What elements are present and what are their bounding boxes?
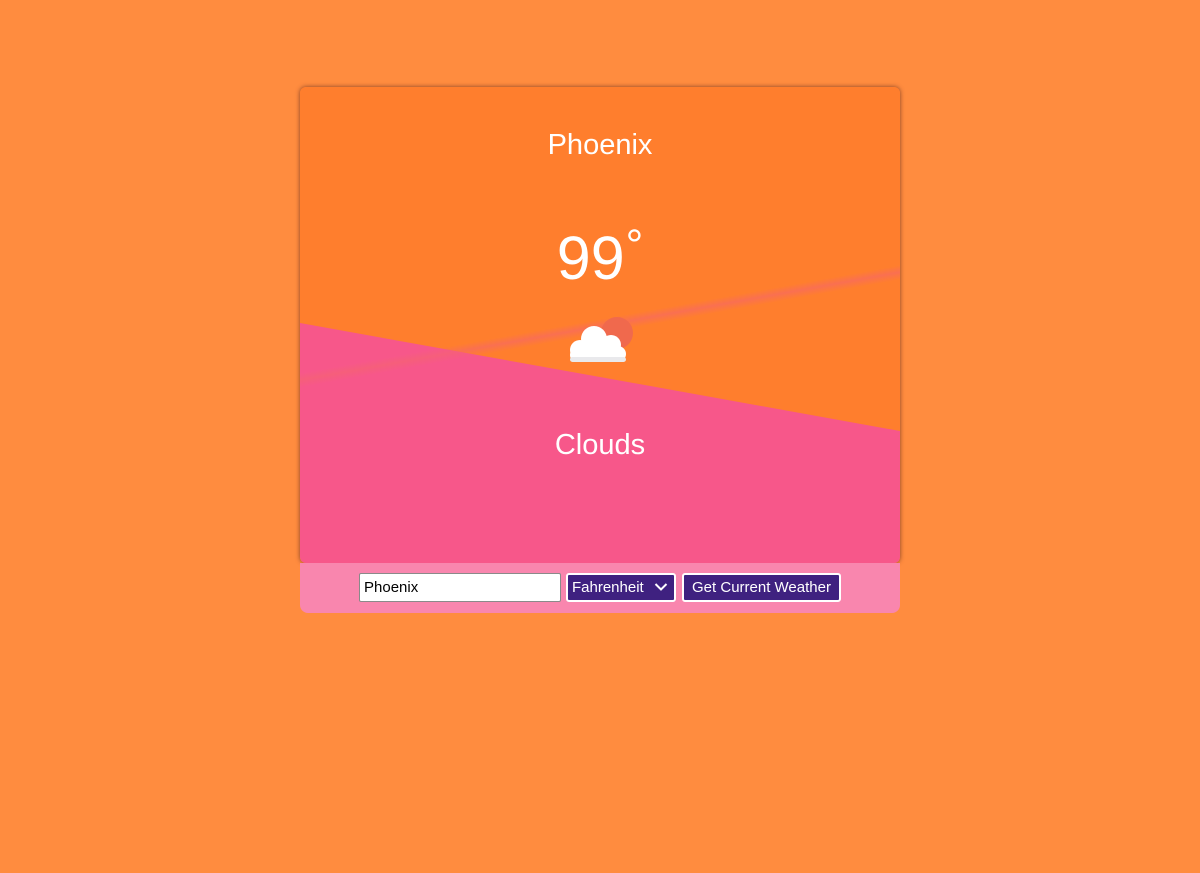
weather-card: Phoenix 99° Clouds (300, 87, 900, 563)
unit-select-value: Fahrenheit (572, 579, 644, 596)
degree-symbol: ° (625, 221, 644, 270)
controls-bar: Fahrenheit Get Current Weather (300, 563, 900, 613)
temperature-value: 99 (556, 224, 625, 292)
unit-select[interactable]: Fahrenheit (566, 573, 676, 602)
get-weather-button[interactable]: Get Current Weather (682, 573, 841, 602)
temperature-display: 99° (300, 221, 900, 295)
weather-app: Phoenix 99° Clouds Phoenix Fahrenheit Ge… (300, 87, 900, 613)
city-name: Phoenix (547, 129, 653, 161)
partly-cloudy-icon (564, 315, 636, 367)
chevron-down-icon (654, 583, 668, 591)
city-input[interactable] (359, 573, 561, 602)
weather-condition: Clouds (554, 429, 646, 461)
